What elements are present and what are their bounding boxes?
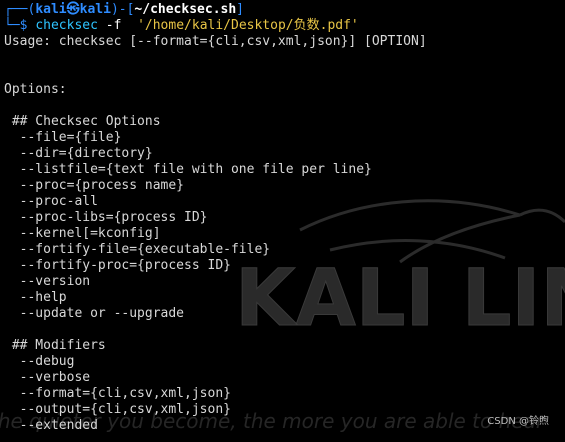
command-argument: '/home/kali/Desktop/负数.pdf' — [137, 18, 359, 33]
output-line: --kernel[=kconfig] — [4, 226, 161, 241]
prompt-line: ┌──(kali㉿kali)-[~/checksec.sh] — [4, 2, 565, 18]
prompt-frame-mid: )-[ — [110, 2, 135, 17]
output-line: --fortify-file={executable-file} — [4, 242, 271, 257]
command-flag: -f — [97, 18, 138, 33]
prompt-frame-open: ┌──( — [4, 2, 36, 17]
output-line: --version — [4, 274, 91, 289]
output-line: --listfile={text file with one file per … — [4, 162, 372, 177]
prompt-user-host: kali㉿kali — [35, 2, 111, 17]
output-line: --verbose — [4, 370, 91, 385]
output-line: --extended — [4, 418, 98, 433]
output-line: Usage: checksec [--format={cli,csv,xml,j… — [4, 34, 427, 49]
output-line: ## Modifiers — [4, 338, 106, 353]
output-line: --dir={directory} — [4, 146, 153, 161]
command-name: checksec — [35, 18, 98, 33]
output-line: --output={cli,csv,xml,json} — [4, 402, 231, 417]
output-line: --help — [4, 290, 67, 305]
output-line: ## Checksec Options — [4, 114, 161, 129]
output-line: --proc-all — [4, 194, 98, 209]
footer-credit: CSDN @铃煦 — [487, 416, 549, 427]
output-line: --fortify-proc={process ID} — [4, 258, 231, 273]
command-line[interactable]: └─$ checksec -f '/home/kali/Desktop/负数.p… — [4, 18, 565, 34]
prompt-input-marker: └─$ — [4, 18, 36, 33]
output-line: --format={cli,csv,xml,json} — [4, 386, 231, 401]
terminal-window[interactable]: KALI LINUX the quieter you become, the m… — [0, 0, 565, 442]
terminal-output: ┌──(kali㉿kali)-[~/checksec.sh] └─$ check… — [4, 2, 565, 434]
prompt-frame-close: ] — [236, 2, 244, 17]
output-line: --proc-libs={process ID} — [4, 210, 208, 225]
output-line: --proc={process name} — [4, 178, 185, 193]
output-line: --file={file} — [4, 130, 122, 145]
output-line: --debug — [4, 354, 75, 369]
output-line: --update or --upgrade — [4, 306, 185, 321]
output-line: Options: — [4, 82, 67, 97]
prompt-directory: ~/checksec.sh — [134, 2, 237, 17]
